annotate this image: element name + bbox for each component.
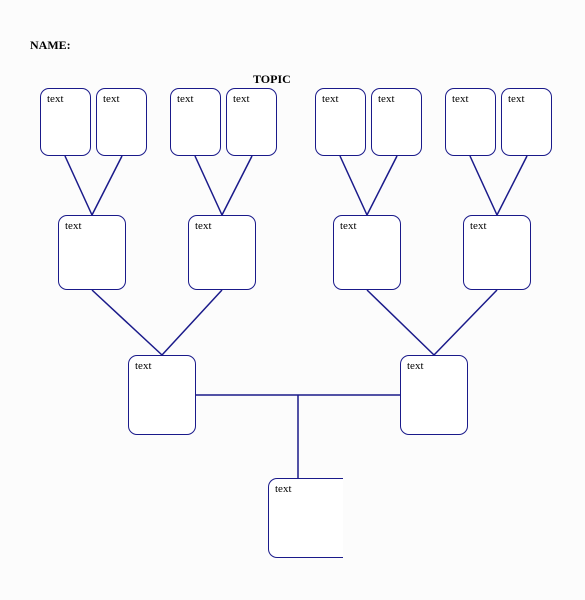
node-r3c2: text: [400, 355, 468, 435]
node-r3c1: text: [128, 355, 196, 435]
name-label: NAME:: [30, 38, 71, 53]
node-text: text: [340, 220, 357, 232]
node-text: text: [322, 93, 339, 105]
node-text: text: [65, 220, 82, 232]
node-text: text: [378, 93, 395, 105]
node-text: text: [103, 93, 120, 105]
node-r2c2: text: [188, 215, 256, 290]
node-text: text: [47, 93, 64, 105]
node-text: text: [470, 220, 487, 232]
node-r2c4: text: [463, 215, 531, 290]
topic-label: TOPIC: [253, 72, 291, 87]
node-text: text: [407, 360, 424, 372]
node-text: text: [195, 220, 212, 232]
node-r2c3: text: [333, 215, 401, 290]
node-text: text: [508, 93, 525, 105]
node-text: text: [452, 93, 469, 105]
node-text: text: [275, 483, 292, 495]
node-r1c7: text: [445, 88, 496, 156]
node-r1c6: text: [371, 88, 422, 156]
node-r2c1: text: [58, 215, 126, 290]
node-r1c4: text: [226, 88, 277, 156]
node-r1c3: text: [170, 88, 221, 156]
node-r1c2: text: [96, 88, 147, 156]
node-r1c1: text: [40, 88, 91, 156]
node-r1c8: text: [501, 88, 552, 156]
node-text: text: [177, 93, 194, 105]
node-text: text: [135, 360, 152, 372]
node-r1c5: text: [315, 88, 366, 156]
node-r4c1: text: [268, 478, 343, 558]
node-text: text: [233, 93, 250, 105]
